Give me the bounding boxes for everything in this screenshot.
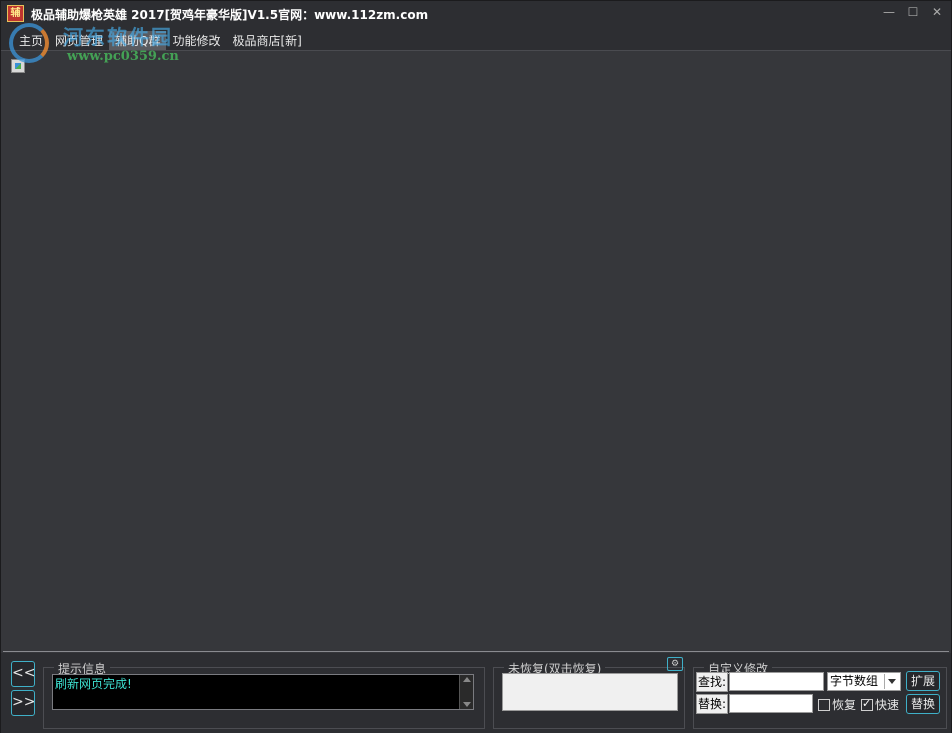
title-bar[interactable]: 辅 极品辅助爆枪英雄 2017[贺鸡年豪华版]V1.5官网：www.112zm.… [1,1,951,27]
type-select-value: 字节数组 [830,674,879,688]
restore-checkbox-label: 恢复 [832,698,857,712]
type-select[interactable]: 字节数组 [827,672,901,691]
panel-divider [3,651,949,652]
menu-item-home[interactable]: 主页 [13,31,49,50]
broken-image-icon [11,59,25,73]
info-message: 刷新网页完成! [55,677,132,691]
restore-group: 未恢复(双击恢复) [493,660,685,729]
menu-item-feature-modify[interactable]: 功能修改 [166,31,226,50]
find-label: 查找: [696,672,729,692]
prev-button[interactable]: << [11,661,35,687]
menu-bar: 主页 网页管理 辅助Q群 功能修改 极品商店[新] [1,27,951,51]
info-scrollbar[interactable] [459,675,473,709]
bottom-panel: << >> 提示信息 刷新网页完成! 未恢复(双击恢复) ⚙ 自定义修改 查找:… [1,653,951,733]
restore-checkbox-box[interactable] [818,698,830,711]
settings-gear-icon[interactable]: ⚙ [667,657,683,671]
info-group: 提示信息 刷新网页完成! [43,660,485,729]
app-logo-icon: 辅 [7,5,24,22]
fast-checkbox[interactable]: 快速 [861,696,899,713]
replace-label: 替换: [696,694,729,714]
menu-item-web-manage[interactable]: 网页管理 [49,31,109,50]
window-controls: — ☐ ✕ [881,4,945,20]
fast-checkbox-box[interactable] [861,697,873,711]
scroll-down-icon[interactable] [463,702,471,707]
custom-modify-group: 自定义修改 查找: 字节数组 扩展 替换: 恢复 快速 替换 [693,660,947,729]
menu-item-qq-group[interactable]: 辅助Q群 [109,31,167,50]
scroll-up-icon[interactable] [463,677,471,682]
info-textbox[interactable]: 刷新网页完成! [52,674,474,710]
find-input[interactable] [729,672,824,691]
window-title: 极品辅助爆枪英雄 2017[贺鸡年豪华版]V1.5官网：www.112zm.co… [31,8,429,22]
restore-list[interactable] [502,673,678,711]
restore-checkbox[interactable]: 恢复 [818,696,856,713]
browser-content-area[interactable] [3,53,949,651]
chevron-down-icon [884,674,899,689]
expand-button[interactable]: 扩展 [906,671,940,691]
minimize-button[interactable]: — [881,4,897,20]
next-button[interactable]: >> [11,690,35,716]
close-button[interactable]: ✕ [929,4,945,20]
menu-item-shop[interactable]: 极品商店[新] [227,31,308,50]
maximize-button[interactable]: ☐ [905,4,921,20]
replace-button[interactable]: 替换 [906,694,940,714]
app-window: 辅 极品辅助爆枪英雄 2017[贺鸡年豪华版]V1.5官网：www.112zm.… [0,0,952,733]
fast-checkbox-label: 快速 [875,698,900,712]
replace-input[interactable] [729,694,813,713]
